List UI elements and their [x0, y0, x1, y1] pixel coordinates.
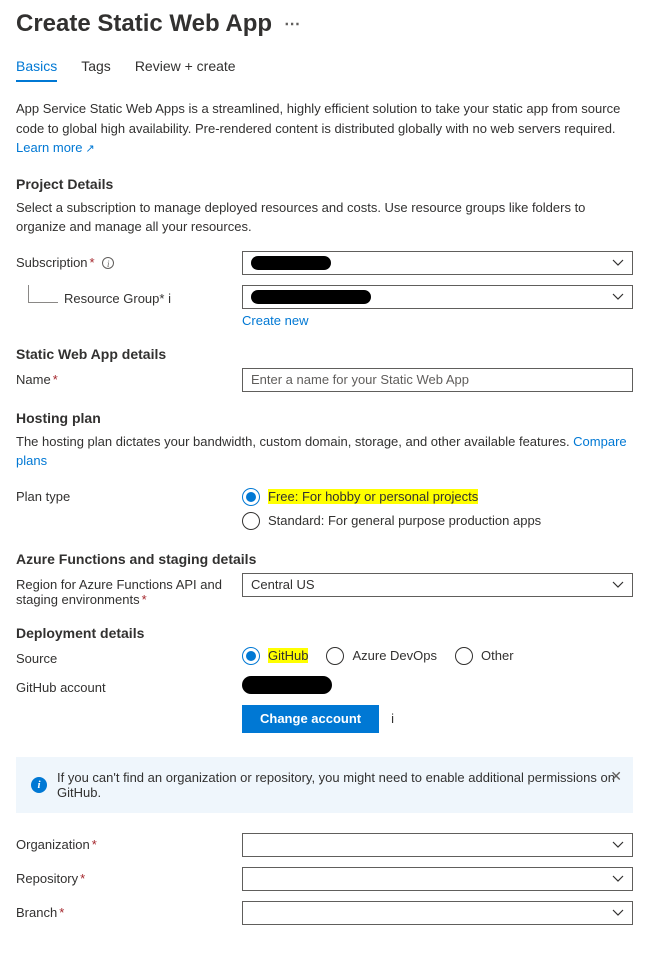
deployment-details-heading: Deployment details	[16, 625, 633, 641]
tab-tags[interactable]: Tags	[81, 58, 111, 82]
source-other-label: Other	[481, 648, 514, 663]
region-dropdown[interactable]: Central US	[242, 573, 633, 597]
hosting-plan-desc: The hosting plan dictates your bandwidth…	[16, 432, 633, 471]
organization-dropdown[interactable]	[242, 833, 633, 857]
subscription-label: Subscription* i	[16, 251, 242, 270]
hosting-plan-heading: Hosting plan	[16, 410, 633, 426]
source-label: Source	[16, 647, 242, 666]
chevron-down-icon	[612, 873, 624, 885]
tab-basics[interactable]: Basics	[16, 58, 57, 82]
resource-group-label: Resource Group* i	[64, 285, 242, 328]
plan-free-label: Free: For hobby or personal projects	[268, 489, 478, 504]
banner-text: If you can't find an organization or rep…	[57, 770, 618, 800]
source-github-radio[interactable]	[242, 647, 260, 665]
branch-dropdown[interactable]	[242, 901, 633, 925]
info-icon[interactable]: i	[168, 291, 171, 306]
github-account-label: GitHub account	[16, 676, 242, 695]
page-title: Create Static Web App ⋯	[16, 10, 633, 38]
region-label: Region for Azure Functions API and stagi…	[16, 573, 242, 607]
resource-group-value-redacted	[251, 290, 371, 304]
page-title-text: Create Static Web App	[16, 10, 272, 38]
plan-standard-radio[interactable]	[242, 512, 260, 530]
swa-details-heading: Static Web App details	[16, 346, 633, 362]
source-ado-label: Azure DevOps	[352, 648, 437, 663]
change-account-button[interactable]: Change account	[242, 705, 379, 733]
close-icon[interactable]: ✕	[610, 768, 622, 785]
region-value: Central US	[251, 577, 315, 592]
organization-label: Organization*	[16, 833, 242, 852]
more-icon[interactable]: ⋯	[284, 14, 302, 34]
info-banner: i If you can't find an organization or r…	[16, 757, 633, 813]
functions-heading: Azure Functions and staging details	[16, 551, 633, 567]
chevron-down-icon	[612, 291, 624, 303]
repository-label: Repository*	[16, 867, 242, 886]
project-details-desc: Select a subscription to manage deployed…	[16, 198, 633, 237]
github-account-value-redacted	[242, 676, 332, 694]
source-other-radio[interactable]	[455, 647, 473, 665]
name-label: Name*	[16, 368, 242, 387]
chevron-down-icon	[612, 839, 624, 851]
resource-group-dropdown[interactable]	[242, 285, 633, 309]
plan-free-radio[interactable]	[242, 488, 260, 506]
branch-label: Branch*	[16, 901, 242, 920]
plan-standard-label: Standard: For general purpose production…	[268, 513, 541, 528]
source-ado-radio[interactable]	[326, 647, 344, 665]
intro-text: App Service Static Web Apps is a streaml…	[16, 99, 633, 158]
repository-dropdown[interactable]	[242, 867, 633, 891]
project-details-heading: Project Details	[16, 176, 633, 192]
tree-connector	[28, 285, 58, 303]
tab-review[interactable]: Review + create	[135, 58, 236, 82]
learn-more-link[interactable]: Learn more	[16, 140, 95, 155]
subscription-dropdown[interactable]	[242, 251, 633, 275]
info-circle-icon: i	[31, 777, 47, 793]
intro-copy: App Service Static Web Apps is a streaml…	[16, 101, 620, 136]
chevron-down-icon	[612, 907, 624, 919]
info-icon[interactable]: i	[391, 711, 394, 726]
chevron-down-icon	[612, 579, 624, 591]
create-new-rg-link[interactable]: Create new	[242, 313, 633, 328]
chevron-down-icon	[612, 257, 624, 269]
name-input[interactable]	[242, 368, 633, 392]
subscription-value-redacted	[251, 256, 331, 270]
plan-type-label: Plan type	[16, 485, 242, 504]
source-github-label: GitHub	[268, 648, 308, 663]
info-icon[interactable]: i	[102, 257, 114, 269]
tab-bar: Basics Tags Review + create	[16, 58, 633, 83]
